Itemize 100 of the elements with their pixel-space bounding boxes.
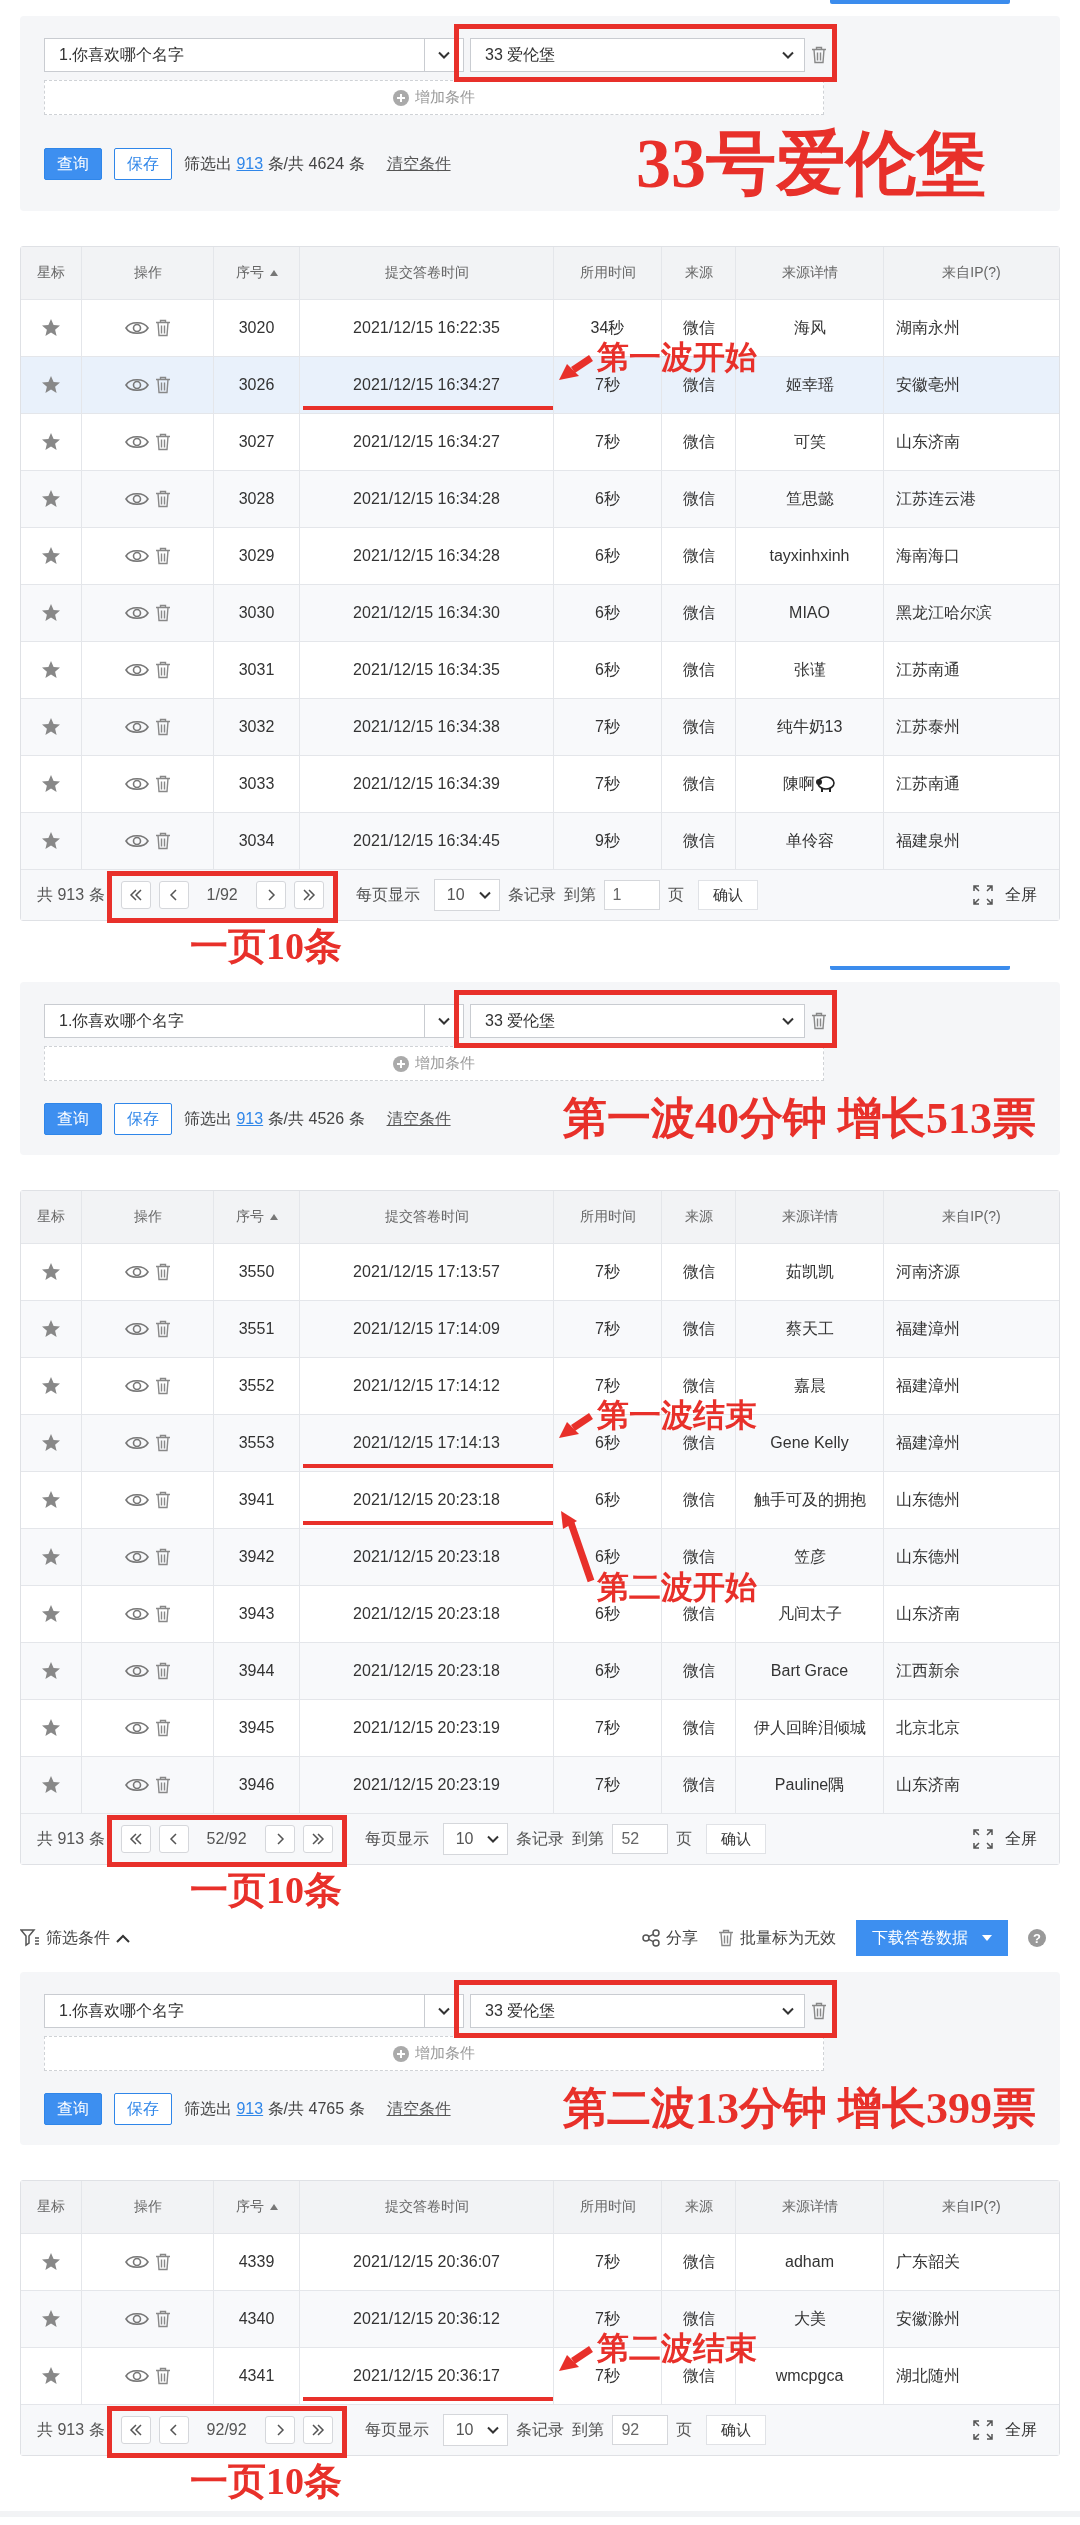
eye-icon[interactable] (124, 776, 149, 792)
trash-icon[interactable] (154, 718, 171, 736)
trash-icon[interactable] (154, 1434, 171, 1452)
table-row[interactable]: 3030 2021/12/15 16:34:30 6秒 微信 MIAO 黑龙江哈尔滨 (21, 584, 1059, 641)
confirm-button[interactable]: 确认 (706, 1824, 767, 1854)
trash-icon[interactable] (154, 1491, 171, 1509)
column-header[interactable]: 序号 (214, 1191, 300, 1243)
next-page-button[interactable] (255, 881, 286, 909)
last-page-button[interactable] (293, 881, 324, 909)
previous-page-button[interactable] (158, 1825, 189, 1853)
trash-icon[interactable] (154, 1662, 171, 1680)
fullscreen-button[interactable]: 全屏 (967, 883, 1043, 907)
trash-icon[interactable] (811, 2002, 827, 2020)
count-link[interactable]: 913 (236, 2099, 264, 2117)
eye-icon[interactable] (124, 1264, 149, 1280)
table-row[interactable]: 3028 2021/12/15 16:34:28 6秒 微信 笪思懿 江苏连云港 (21, 470, 1059, 527)
star-icon[interactable] (41, 318, 61, 338)
trash-icon[interactable] (154, 1719, 171, 1737)
eye-icon[interactable] (124, 1435, 149, 1451)
eye-icon[interactable] (124, 1606, 149, 1622)
star-icon[interactable] (41, 2309, 61, 2329)
count-link[interactable]: 913 (236, 1109, 264, 1127)
table-row[interactable]: 3034 2021/12/15 16:34:45 9秒 微信 单伶容 福建泉州 (21, 812, 1059, 869)
table-row[interactable]: 3032 2021/12/15 16:34:38 7秒 微信 纯牛奶13 江苏泰州 (21, 698, 1059, 755)
count-link[interactable]: 913 (236, 154, 264, 172)
table-row[interactable]: 3551 2021/12/15 17:14:09 7秒 微信 蔡天工 福建漳州 (21, 1300, 1059, 1357)
page-size-select[interactable]: 10 (442, 2414, 509, 2446)
eye-icon[interactable] (124, 434, 149, 450)
trash-icon[interactable] (154, 2253, 171, 2271)
save-button[interactable]: 保存 (114, 2093, 172, 2125)
trash-icon[interactable] (154, 775, 171, 793)
star-icon[interactable] (41, 1319, 61, 1339)
eye-icon[interactable] (124, 548, 149, 564)
star-icon[interactable] (41, 717, 61, 737)
eye-icon[interactable] (124, 2311, 149, 2327)
eye-icon[interactable] (124, 1492, 149, 1508)
trash-icon[interactable] (154, 661, 171, 679)
previous-page-button[interactable] (158, 881, 189, 909)
star-icon[interactable] (41, 1262, 61, 1282)
trash-icon[interactable] (811, 1012, 827, 1030)
page-size-select[interactable]: 10 (433, 879, 500, 911)
trash-icon[interactable] (154, 1605, 171, 1623)
column-header[interactable]: 序号 (214, 2181, 300, 2233)
trash-icon[interactable] (154, 1263, 171, 1281)
star-icon[interactable] (41, 2252, 61, 2272)
save-button[interactable]: 保存 (114, 148, 172, 180)
star-icon[interactable] (41, 1547, 61, 1567)
eye-icon[interactable] (124, 605, 149, 621)
eye-icon[interactable] (124, 1720, 149, 1736)
star-icon[interactable] (41, 1604, 61, 1624)
eye-icon[interactable] (124, 833, 149, 849)
fullscreen-button[interactable]: 全屏 (967, 1827, 1043, 1851)
eye-icon[interactable] (124, 2254, 149, 2270)
confirm-button[interactable]: 确认 (697, 880, 758, 910)
trash-icon[interactable] (811, 46, 827, 64)
share-button[interactable]: 分享 (642, 1927, 698, 1949)
star-icon[interactable] (41, 603, 61, 623)
star-icon[interactable] (41, 2366, 61, 2386)
answer-dropdown[interactable]: 33 爱伦堡 (470, 1994, 805, 2028)
table-row[interactable]: 3946 2021/12/15 20:23:19 7秒 微信 Pauline隅 山东济南 (21, 1756, 1059, 1813)
answer-dropdown[interactable]: 33 爱伦堡 (470, 1004, 805, 1038)
clear-conditions-link[interactable]: 清空条件 (386, 153, 451, 175)
star-icon[interactable] (41, 1718, 61, 1738)
trash-icon[interactable] (718, 1929, 734, 1947)
filter-toggle[interactable]: 筛选条件 (20, 1927, 130, 1949)
eye-icon[interactable] (124, 320, 149, 336)
eye-icon[interactable] (124, 491, 149, 507)
trash-icon[interactable] (154, 376, 171, 394)
first-page-button[interactable] (120, 2416, 151, 2444)
star-icon[interactable] (41, 1376, 61, 1396)
page-input[interactable]: 92 (612, 2415, 669, 2445)
save-button[interactable]: 保存 (114, 1103, 172, 1135)
star-icon[interactable] (41, 1661, 61, 1681)
eye-icon[interactable] (124, 1663, 149, 1679)
star-icon[interactable] (41, 1490, 61, 1510)
trash-icon[interactable] (154, 832, 171, 850)
page-input[interactable]: 52 (612, 1824, 669, 1854)
eye-icon[interactable] (124, 1378, 149, 1394)
table-row[interactable]: 3944 2021/12/15 20:23:18 6秒 微信 Bart Grace 江西新余 (21, 1642, 1059, 1699)
question-dropdown[interactable]: 1.你喜欢哪个名字 (44, 1994, 464, 2028)
trash-icon[interactable] (154, 490, 171, 508)
star-icon[interactable] (41, 489, 61, 509)
invalidate-button[interactable]: 批量标为无效 (718, 1927, 836, 1949)
star-icon[interactable] (41, 375, 61, 395)
star-icon[interactable] (41, 1433, 61, 1453)
trash-icon[interactable] (154, 1320, 171, 1338)
eye-icon[interactable] (124, 377, 149, 393)
star-icon[interactable] (41, 546, 61, 566)
previous-page-button[interactable] (158, 2416, 189, 2444)
confirm-button[interactable]: 确认 (706, 2415, 767, 2445)
trash-icon[interactable] (154, 433, 171, 451)
trash-icon[interactable] (154, 547, 171, 565)
question-dropdown[interactable]: 1.你喜欢哪个名字 (44, 38, 464, 72)
star-icon[interactable] (41, 831, 61, 851)
eye-icon[interactable] (124, 1321, 149, 1337)
fullscreen-button[interactable]: 全屏 (967, 2418, 1043, 2442)
trash-icon[interactable] (154, 1776, 171, 1794)
eye-icon[interactable] (124, 1777, 149, 1793)
question-dropdown[interactable]: 1.你喜欢哪个名字 (44, 1004, 464, 1038)
eye-icon[interactable] (124, 662, 149, 678)
